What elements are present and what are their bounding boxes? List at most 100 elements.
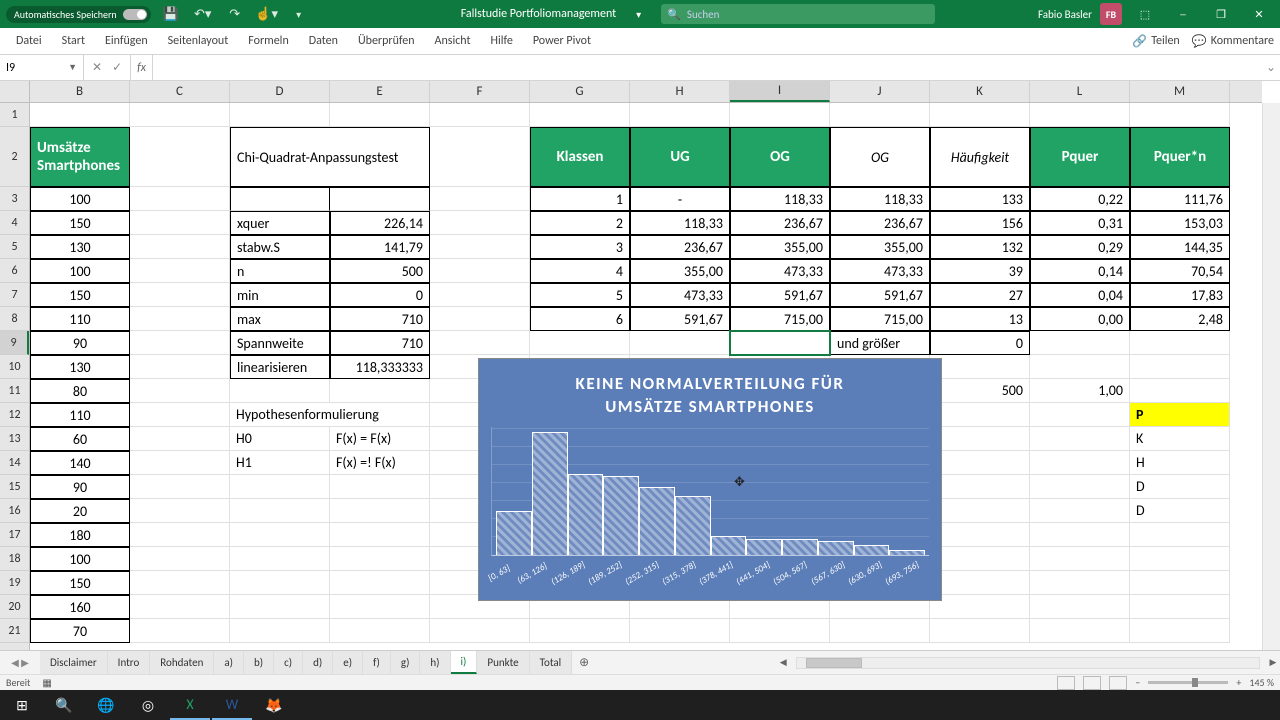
cell[interactable]: 1,00 xyxy=(1030,379,1130,403)
cell[interactable]: 0 xyxy=(330,283,430,307)
cell[interactable]: 3 xyxy=(530,235,630,259)
cell[interactable] xyxy=(930,475,1030,499)
cell[interactable] xyxy=(930,103,1030,127)
cell[interactable] xyxy=(130,499,230,523)
cell[interactable]: 355,00 xyxy=(630,259,730,283)
cell[interactable]: OG xyxy=(730,127,830,187)
cell[interactable] xyxy=(430,331,530,355)
cell[interactable]: 100 xyxy=(30,259,130,283)
cell[interactable]: 13 xyxy=(930,307,1030,331)
cell[interactable]: 473,33 xyxy=(630,283,730,307)
chart[interactable]: KEINE NORMALVERTEILUNG FÜR UMSÄTZE SMART… xyxy=(478,358,942,601)
cell[interactable]: 132 xyxy=(930,235,1030,259)
cell[interactable]: 0,14 xyxy=(1030,259,1130,283)
cell[interactable]: H1 xyxy=(230,451,330,475)
cell[interactable]: 17,83 xyxy=(1130,283,1230,307)
cell[interactable]: 80 xyxy=(30,379,130,403)
user-name[interactable]: Fabio Basler xyxy=(1038,8,1092,21)
cell[interactable] xyxy=(930,451,1030,475)
cell[interactable] xyxy=(930,571,1030,595)
cell[interactable]: 710 xyxy=(330,331,430,355)
tab-formeln[interactable]: Formeln xyxy=(238,28,298,54)
comments-button[interactable]: 💬 Kommentare xyxy=(1192,34,1274,49)
col-d[interactable]: D xyxy=(230,81,330,102)
cell[interactable] xyxy=(130,571,230,595)
cell[interactable] xyxy=(130,379,230,403)
cell[interactable]: 500 xyxy=(330,259,430,283)
worksheet[interactable]: B C D E F G H I J K L M 1 2 3 4 5 6 7 8 … xyxy=(0,81,1280,650)
confirm-icon[interactable]: ✓ xyxy=(112,60,122,75)
cell[interactable]: D xyxy=(1130,499,1230,523)
cell[interactable]: stabw.S xyxy=(230,235,330,259)
cell[interactable]: 355,00 xyxy=(730,235,830,259)
cell[interactable] xyxy=(230,499,330,523)
firefox-icon[interactable]: 🦊 xyxy=(254,690,294,720)
cell[interactable] xyxy=(330,187,430,211)
cell[interactable]: 153,03 xyxy=(1130,211,1230,235)
formula-input[interactable] xyxy=(153,55,1262,80)
cell[interactable]: 236,67 xyxy=(630,235,730,259)
cell[interactable]: 60 xyxy=(30,427,130,451)
cell[interactable]: Häufigkeit xyxy=(930,127,1030,187)
tab-seitenlayout[interactable]: Seitenlayout xyxy=(158,28,239,54)
cell[interactable] xyxy=(230,571,330,595)
cell[interactable]: 355,00 xyxy=(830,235,930,259)
cell[interactable]: Pquer*n xyxy=(1130,127,1230,187)
obs-icon[interactable]: ◎ xyxy=(128,690,168,720)
tab-powerpivot[interactable]: Power Pivot xyxy=(523,28,601,54)
cell[interactable]: 130 xyxy=(30,235,130,259)
cell[interactable] xyxy=(1030,403,1130,427)
tab-datei[interactable]: Datei xyxy=(6,28,52,54)
add-sheet-button[interactable]: ⊕ xyxy=(572,655,596,670)
cell[interactable] xyxy=(430,187,530,211)
cell[interactable]: 0,31 xyxy=(1030,211,1130,235)
row-head[interactable]: 15 xyxy=(0,475,29,499)
tab-daten[interactable]: Daten xyxy=(299,28,348,54)
cell[interactable] xyxy=(630,619,730,643)
cell[interactable]: Klassen xyxy=(530,127,630,187)
search-box[interactable]: 🔍 Suchen xyxy=(661,4,935,24)
row-head[interactable]: 3 xyxy=(0,187,29,211)
cell[interactable]: 156 xyxy=(930,211,1030,235)
cell[interactable] xyxy=(1030,475,1130,499)
row-head[interactable]: 19 xyxy=(0,571,29,595)
cell[interactable] xyxy=(330,379,430,403)
cell[interactable]: 100 xyxy=(30,187,130,211)
cell[interactable] xyxy=(430,283,530,307)
cell[interactable] xyxy=(330,619,430,643)
row-head[interactable]: 8 xyxy=(0,307,29,331)
cell[interactable]: max xyxy=(230,307,330,331)
cell[interactable]: 118,33 xyxy=(830,187,930,211)
cell[interactable] xyxy=(130,259,230,283)
cell[interactable] xyxy=(830,103,930,127)
col-f[interactable]: F xyxy=(430,81,530,102)
sheet-tab[interactable]: g) xyxy=(391,651,421,674)
cell[interactable] xyxy=(630,331,730,355)
cell[interactable] xyxy=(1030,523,1130,547)
cell[interactable]: Hypothesenformulierung xyxy=(230,403,430,427)
cell[interactable] xyxy=(1130,571,1230,595)
view-normal-button[interactable] xyxy=(1057,676,1075,690)
row-head[interactable]: 10 xyxy=(0,355,29,379)
col-m[interactable]: M xyxy=(1130,81,1230,102)
cell[interactable]: 500 xyxy=(930,379,1030,403)
tab-hilfe[interactable]: Hilfe xyxy=(481,28,523,54)
cell[interactable]: 2,48 xyxy=(1130,307,1230,331)
cell[interactable]: 111,76 xyxy=(1130,187,1230,211)
sheet-tab[interactable]: i) xyxy=(451,651,478,674)
cell[interactable]: F(x) = F(x) xyxy=(330,427,430,451)
zoom-label[interactable]: 145 % xyxy=(1249,676,1274,689)
cell[interactable]: 2 xyxy=(530,211,630,235)
sheet-tab[interactable]: d) xyxy=(303,651,333,674)
cell[interactable] xyxy=(330,499,430,523)
cell[interactable] xyxy=(1130,547,1230,571)
cell[interactable]: 226,14 xyxy=(330,211,430,235)
cell[interactable] xyxy=(1130,355,1230,379)
cell[interactable]: 150 xyxy=(30,211,130,235)
col-k[interactable]: K xyxy=(930,81,1030,102)
cell[interactable] xyxy=(930,547,1030,571)
col-c[interactable]: C xyxy=(130,81,230,102)
cell[interactable]: Chi-Quadrat-Anpassungstest xyxy=(230,127,430,187)
zoom-out-button[interactable]: − xyxy=(1135,676,1140,689)
row-head[interactable]: 16 xyxy=(0,499,29,523)
